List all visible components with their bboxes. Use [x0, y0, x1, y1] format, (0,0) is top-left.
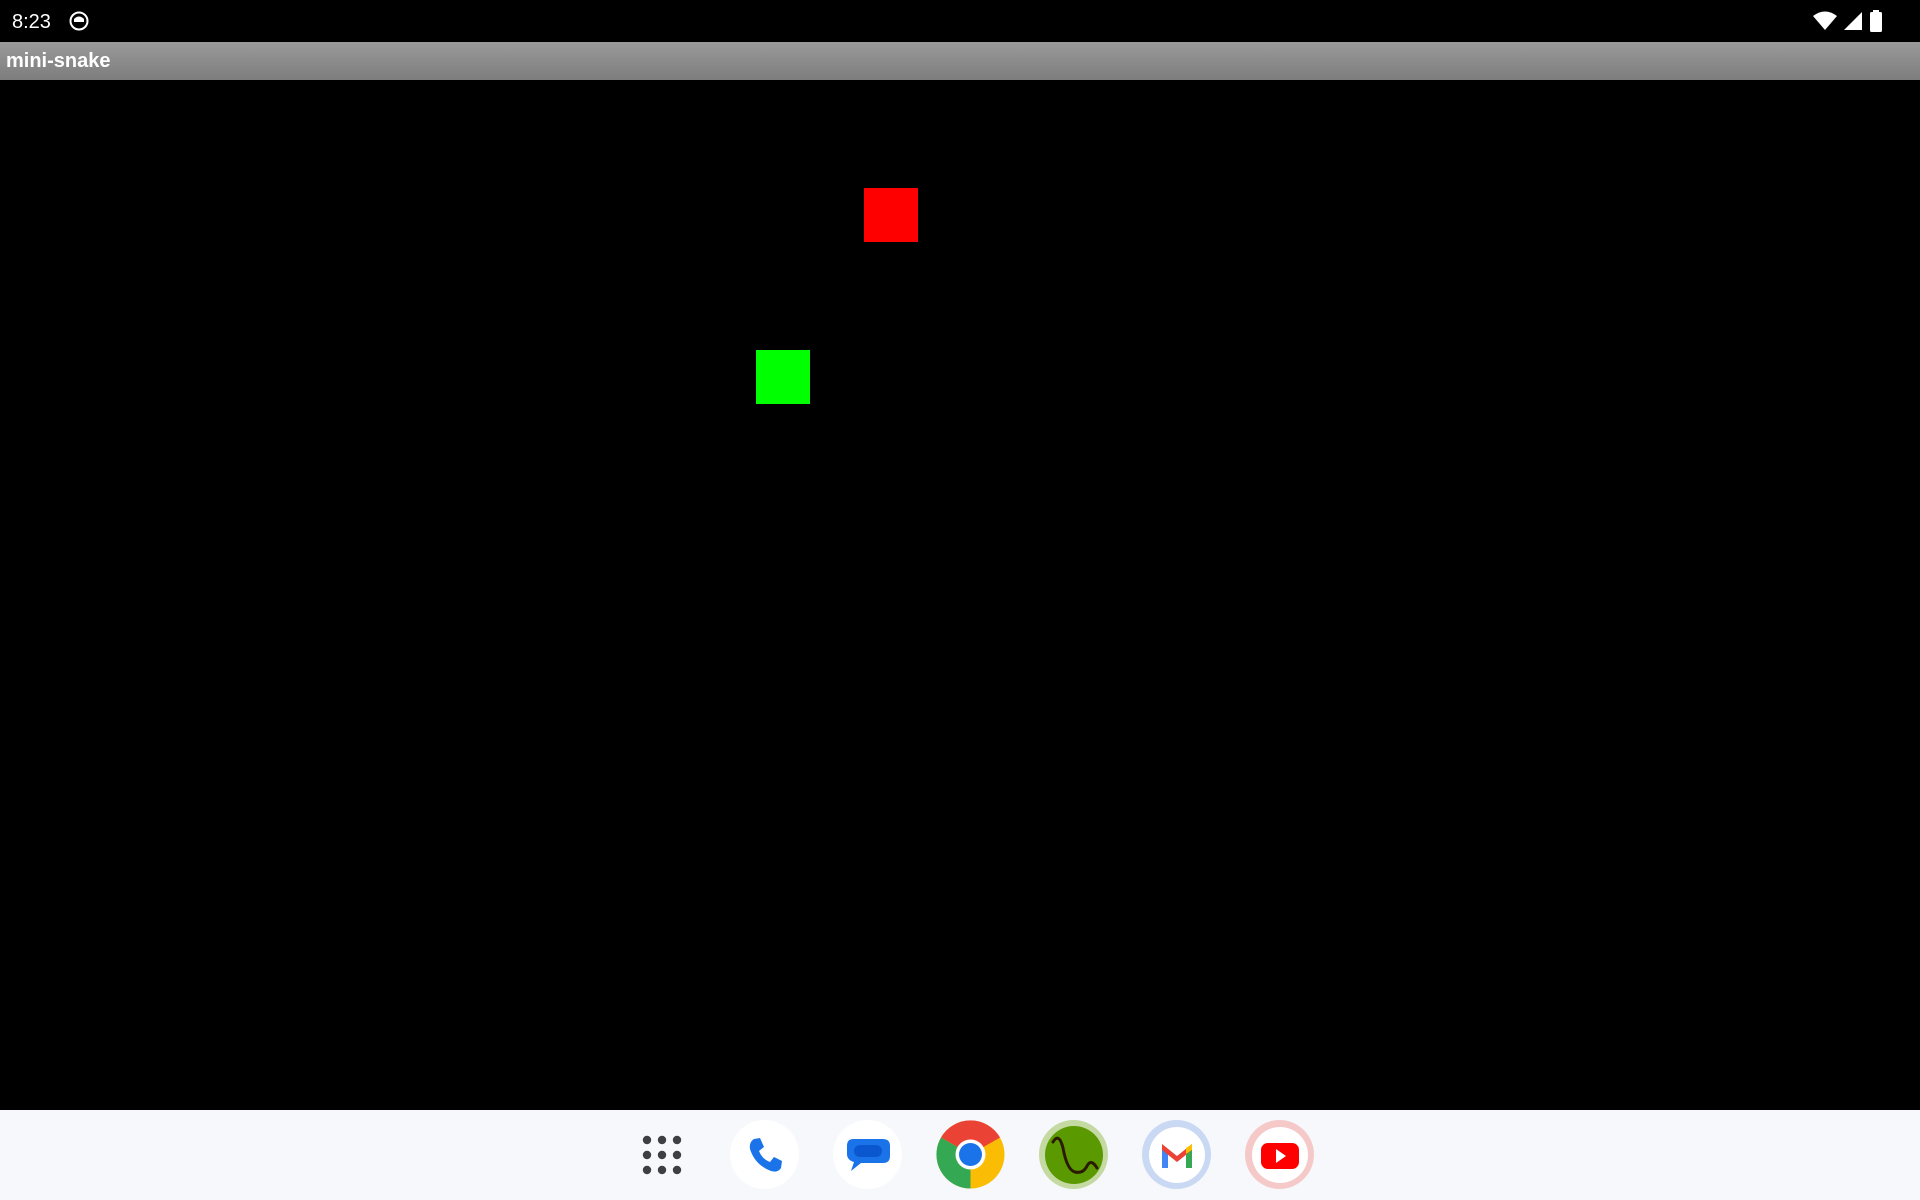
- snake-app-button[interactable]: [1039, 1120, 1108, 1189]
- phone-app-button[interactable]: [730, 1120, 799, 1189]
- messages-app-button[interactable]: [833, 1120, 902, 1189]
- food-block: [864, 188, 918, 242]
- phone-icon: [749, 1137, 782, 1172]
- app-drawer-icon: [642, 1135, 681, 1174]
- messages-icon: [846, 1138, 890, 1171]
- game-board[interactable]: [0, 80, 1920, 1110]
- status-bar: 8:23: [0, 0, 1920, 42]
- gmail-icon: [1148, 1126, 1205, 1183]
- youtube-app-button[interactable]: [1245, 1120, 1314, 1189]
- wifi-icon: [1813, 11, 1837, 30]
- chrome-app-button[interactable]: [936, 1120, 1005, 1189]
- window-title-bar: mini-snake: [0, 42, 1920, 80]
- status-clock: 8:23: [12, 11, 51, 33]
- signal-icon: [1844, 12, 1862, 30]
- notification-icon: [69, 11, 89, 31]
- app-dock: [0, 1110, 1920, 1200]
- chrome-icon: [936, 1120, 1005, 1189]
- gmail-app-button[interactable]: [1142, 1120, 1211, 1189]
- window-title: mini-snake: [6, 50, 111, 72]
- battery-icon: [1870, 10, 1882, 32]
- snake-head: [756, 350, 810, 404]
- app-drawer-button[interactable]: [627, 1120, 696, 1189]
- youtube-icon: [1251, 1126, 1308, 1183]
- status-icons: [1813, 10, 1883, 32]
- snake-app-icon: [1044, 1125, 1103, 1184]
